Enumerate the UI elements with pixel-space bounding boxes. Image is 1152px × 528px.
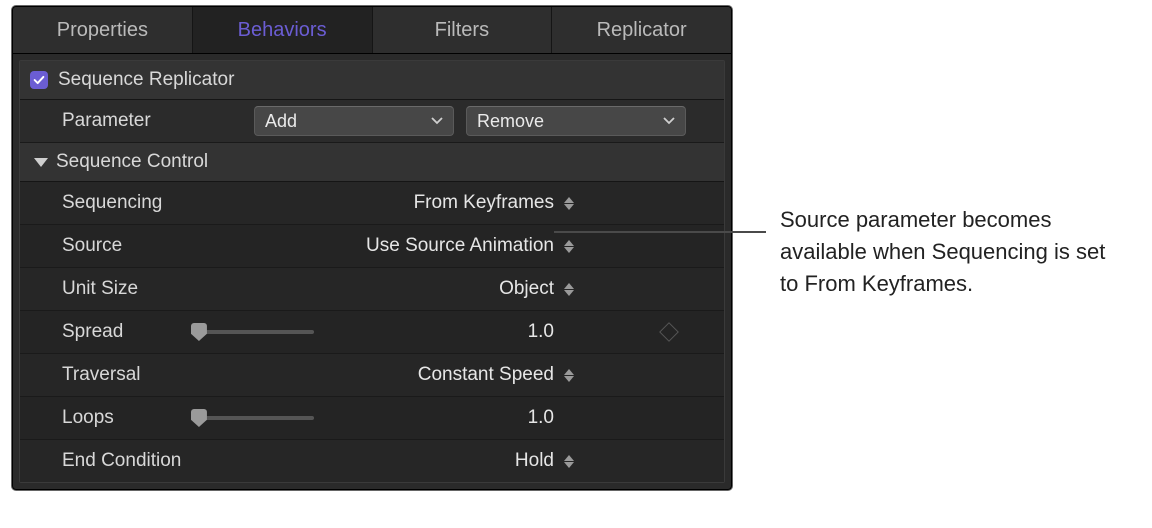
inspector-panel: Properties Behaviors Filters Replicator … — [12, 6, 732, 490]
end-condition-value[interactable]: Hold — [515, 450, 554, 472]
section-header[interactable]: Sequence Control — [20, 143, 724, 182]
end-condition-label: End Condition — [62, 450, 282, 472]
spread-label: Spread — [62, 321, 191, 343]
source-label: Source — [62, 235, 282, 257]
unit-size-label: Unit Size — [62, 278, 282, 300]
tab-replicator[interactable]: Replicator — [552, 7, 731, 53]
chevron-down-icon — [663, 117, 675, 125]
disclosure-triangle-icon — [34, 158, 48, 167]
parameter-row: Parameter Add Remove — [20, 100, 724, 143]
traversal-stepper[interactable] — [564, 369, 574, 382]
section-title: Sequence Control — [56, 151, 208, 173]
parameter-label: Parameter — [62, 110, 242, 132]
enable-checkbox[interactable] — [30, 71, 48, 89]
behavior-header: Sequence Replicator — [20, 61, 724, 100]
loops-slider[interactable] — [191, 416, 314, 420]
sequencing-stepper[interactable] — [564, 197, 574, 210]
remove-dropdown-label: Remove — [477, 111, 544, 132]
traversal-value[interactable]: Constant Speed — [418, 364, 554, 386]
inspector-body: Sequence Replicator Parameter Add Remove — [19, 60, 725, 483]
behavior-title: Sequence Replicator — [58, 69, 234, 91]
unit-size-value[interactable]: Object — [499, 278, 554, 300]
spread-value[interactable]: 1.0 — [528, 321, 554, 343]
row-end-condition: End Condition Hold — [20, 440, 724, 482]
loops-label: Loops — [62, 407, 191, 429]
tab-filters[interactable]: Filters — [373, 7, 553, 53]
tab-properties[interactable]: Properties — [13, 7, 193, 53]
tab-behaviors[interactable]: Behaviors — [193, 7, 373, 53]
traversal-label: Traversal — [62, 364, 282, 386]
add-dropdown[interactable]: Add — [254, 106, 454, 136]
check-icon — [32, 73, 46, 87]
source-stepper[interactable] — [564, 240, 574, 253]
tab-bar: Properties Behaviors Filters Replicator — [13, 7, 731, 54]
row-traversal: Traversal Constant Speed — [20, 354, 724, 397]
remove-dropdown[interactable]: Remove — [466, 106, 686, 136]
unit-size-stepper[interactable] — [564, 283, 574, 296]
callout-text: Source parameter becomes available when … — [780, 204, 1120, 300]
add-dropdown-label: Add — [265, 111, 297, 132]
end-condition-stepper[interactable] — [564, 455, 574, 468]
sequencing-label: Sequencing — [62, 192, 282, 214]
chevron-down-icon — [431, 117, 443, 125]
row-loops: Loops 1.0 — [20, 397, 724, 440]
row-unit-size: Unit Size Object — [20, 268, 724, 311]
slider-thumb-icon — [191, 323, 207, 341]
loops-value[interactable]: 1.0 — [528, 407, 554, 429]
callout-leader-line — [554, 231, 766, 233]
spread-slider[interactable] — [191, 330, 314, 334]
slider-thumb-icon — [191, 409, 207, 427]
sequencing-value[interactable]: From Keyframes — [414, 192, 554, 214]
row-sequencing: Sequencing From Keyframes — [20, 182, 724, 225]
keyframe-diamond-icon[interactable] — [659, 322, 679, 342]
row-spread: Spread 1.0 — [20, 311, 724, 354]
source-value[interactable]: Use Source Animation — [366, 235, 554, 257]
